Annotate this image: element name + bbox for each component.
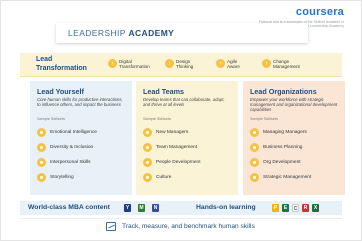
list-item: Storytelling bbox=[37, 170, 129, 185]
list-item: Emotional Intelligence bbox=[37, 125, 129, 140]
skill-label: Diversity & Inclusion bbox=[50, 145, 94, 150]
list-item: New Managers bbox=[143, 125, 235, 140]
list-item: Interpersonal Skills bbox=[37, 155, 129, 170]
bullet-icon bbox=[250, 128, 259, 137]
transformation-item: › Agile Aware bbox=[216, 59, 240, 70]
skill-label: People Development bbox=[156, 160, 201, 165]
transformation-item: › Design Thinking bbox=[165, 59, 193, 70]
bullet-icon bbox=[143, 143, 152, 152]
skill-label: Emotional Intelligence bbox=[50, 130, 97, 135]
bullet-icon: › bbox=[165, 59, 174, 68]
bullet-icon bbox=[250, 158, 259, 167]
skill-label: Managing Managers bbox=[263, 130, 307, 135]
skill-label: Strategic Management bbox=[263, 175, 312, 180]
sample-skillsets-label: Sample Skillsets bbox=[143, 117, 171, 121]
list-item: Business Planning bbox=[250, 140, 342, 155]
bullet-icon bbox=[37, 128, 46, 137]
title-light: LEADERSHIP bbox=[68, 28, 126, 38]
lead-teams-card: Lead Teams Develop teams that can collab… bbox=[136, 81, 238, 195]
lead-yourself-card: Lead Yourself Core human skills for prod… bbox=[30, 81, 132, 195]
sample-skillsets-label: Sample Skillsets bbox=[37, 117, 65, 121]
bullet-icon bbox=[250, 143, 259, 152]
list-item: Org Development bbox=[250, 155, 342, 170]
app-logo-icon: E bbox=[282, 204, 289, 212]
transformation-item: › Digital Transformation bbox=[108, 59, 150, 70]
list-item: People Development bbox=[143, 155, 235, 170]
skill-label: Interpersonal Skills bbox=[50, 160, 91, 165]
skill-label: Culture bbox=[156, 175, 172, 180]
hands-on-title: Hands-on learning bbox=[196, 204, 256, 211]
university-logo-icon: N bbox=[152, 204, 159, 212]
skill-list: Emotional Intelligence Diversity & Inclu… bbox=[37, 125, 129, 185]
transformation-item-label: Design Thinking bbox=[176, 59, 194, 70]
skill-list: Managing Managers Business Planning Org … bbox=[250, 125, 342, 185]
skill-label: Org Development bbox=[263, 160, 301, 165]
transformation-item-label: Agile Aware bbox=[227, 59, 240, 70]
mba-content-band: World-class MBA content Y M N Hands-on l… bbox=[20, 201, 342, 215]
track-measure-band: Track, measure, and benchmark human skil… bbox=[20, 218, 342, 234]
list-item: Team Management bbox=[143, 140, 235, 155]
list-item: Strategic Management bbox=[250, 170, 342, 185]
card-description: Develop teams that can collaborate, adap… bbox=[143, 97, 225, 108]
bullet-icon bbox=[37, 173, 46, 182]
bullet-icon bbox=[37, 143, 46, 152]
card-title: Lead Organizations bbox=[250, 87, 317, 96]
lead-organizations-card: Lead Organizations Empower your workforc… bbox=[243, 81, 345, 195]
transformation-item-label: Digital Transformation bbox=[119, 59, 150, 70]
card-description: Core human skills for productive interac… bbox=[37, 97, 123, 108]
bullet-icon bbox=[143, 128, 152, 137]
academy-header: LEADERSHIP ACADEMY bbox=[56, 23, 308, 43]
transformation-item-label: Change Management bbox=[273, 59, 300, 70]
bullet-icon bbox=[143, 158, 152, 167]
skill-label: Storytelling bbox=[50, 175, 74, 180]
skill-label: Team Management bbox=[156, 145, 198, 150]
app-logo-icon: P bbox=[272, 204, 279, 212]
coursera-logo: coursera bbox=[295, 6, 344, 18]
skill-label: Business Planning bbox=[263, 145, 303, 150]
card-title: Lead Teams bbox=[143, 87, 185, 96]
list-item: Culture bbox=[143, 170, 235, 185]
card-description: Empower your workforce with strategic ma… bbox=[250, 97, 338, 113]
skill-list: New Managers Team Management People Deve… bbox=[143, 125, 235, 185]
app-logo-icon: X bbox=[312, 204, 319, 212]
bullet-icon bbox=[250, 173, 259, 182]
app-logo-icon: R bbox=[302, 204, 309, 212]
mba-title: World-class MBA content bbox=[28, 204, 110, 211]
skill-label: New Managers bbox=[156, 130, 189, 135]
transformation-item: › Change Management bbox=[262, 59, 300, 70]
chart-icon bbox=[106, 222, 116, 231]
transformation-title: Lead Transformation bbox=[36, 56, 87, 73]
page-title: LEADERSHIP ACADEMY bbox=[68, 28, 174, 38]
university-logo-icon: M bbox=[138, 204, 145, 212]
university-logo-icon: Y bbox=[124, 204, 131, 212]
card-title: Lead Yourself bbox=[37, 87, 84, 96]
bullet-icon: › bbox=[216, 59, 225, 68]
transformation-title-line2: Transformation bbox=[36, 64, 87, 72]
track-text: Track, measure, and benchmark human skil… bbox=[122, 223, 255, 230]
bullet-icon: › bbox=[108, 59, 117, 68]
lead-transformation-band: Lead Transformation › Digital Transformat… bbox=[20, 53, 342, 77]
transformation-title-line1: Lead bbox=[36, 56, 53, 63]
list-item: Diversity & Inclusion bbox=[37, 140, 129, 155]
app-logo-icon: C bbox=[292, 204, 299, 212]
bullet-icon: › bbox=[262, 59, 271, 68]
title-bold: ACADEMY bbox=[128, 28, 175, 38]
sample-skillsets-label: Sample Skillsets bbox=[250, 117, 278, 121]
bullet-icon bbox=[37, 158, 46, 167]
list-item: Managing Managers bbox=[250, 125, 342, 140]
bullet-icon bbox=[143, 173, 152, 182]
